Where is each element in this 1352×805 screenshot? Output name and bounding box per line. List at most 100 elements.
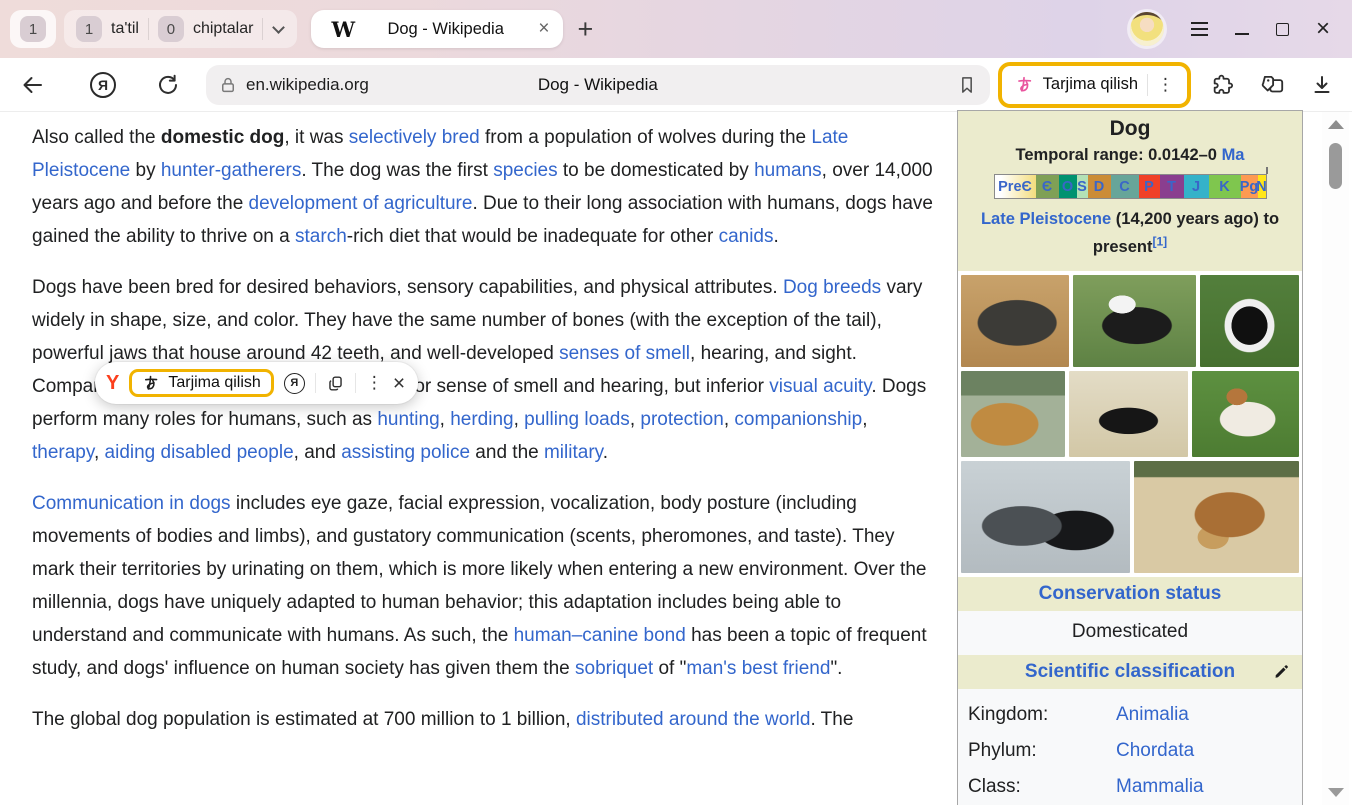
dog-photo[interactable] — [961, 461, 1130, 573]
text-link[interactable]: Ma — [1222, 146, 1245, 164]
text-link[interactable]: starch — [295, 226, 347, 247]
classification-header[interactable]: Scientific classification — [958, 655, 1302, 689]
new-tab-button[interactable]: + — [577, 14, 593, 45]
window-close-button[interactable]: × — [1316, 17, 1330, 41]
text-link[interactable]: canids — [719, 226, 774, 247]
text-run: The global dog population is estimated a… — [32, 709, 576, 730]
tab-title: Dog - Wikipedia — [365, 20, 526, 39]
text-link[interactable]: visual acuity — [769, 376, 871, 397]
tab-close-icon[interactable]: × — [536, 18, 551, 40]
text-link[interactable]: Dog breeds — [783, 277, 881, 298]
timescale-segment[interactable]: T — [1160, 175, 1184, 198]
collapsed-tab-group[interactable]: 1 — [10, 10, 56, 48]
url-domain[interactable]: en.wikipedia.org — [246, 75, 369, 95]
timescale-segment[interactable]: N — [1258, 175, 1266, 198]
page-scrollbar[interactable] — [1322, 112, 1349, 805]
back-button[interactable] — [20, 73, 44, 97]
timescale-segment[interactable]: Є — [1036, 175, 1059, 198]
timescale-segment[interactable]: J — [1184, 175, 1209, 198]
popup-close-icon[interactable]: × — [393, 373, 405, 394]
taxon-link[interactable]: Mammalia — [1116, 776, 1204, 798]
scrollbar-thumb[interactable] — [1329, 143, 1342, 189]
dog-photo[interactable] — [1200, 275, 1299, 367]
geological-timescale[interactable]: PreЄ Є O S D C P T — [994, 174, 1267, 199]
text-run: ". — [830, 658, 842, 679]
dog-photo[interactable] — [1134, 461, 1299, 573]
text-link[interactable]: Communication in dogs — [32, 493, 231, 514]
maximize-button[interactable] — [1276, 23, 1289, 36]
dog-photo[interactable] — [961, 371, 1065, 457]
rank-label: Kingdom: — [968, 704, 1116, 726]
text-link[interactable]: species — [493, 160, 557, 181]
text-link[interactable]: humans — [754, 160, 822, 181]
text-link[interactable]: aiding disabled people — [105, 442, 294, 463]
timescale-segment[interactable]: K — [1209, 175, 1241, 198]
downloads-button[interactable] — [1310, 73, 1334, 97]
timescale-segment[interactable]: C — [1111, 175, 1139, 198]
conservation-status-link[interactable]: Conservation status — [1039, 583, 1222, 604]
classification-link[interactable]: Scientific classification — [1025, 661, 1235, 682]
extensions-button[interactable] — [1211, 72, 1236, 97]
text-link[interactable]: human–canine bond — [514, 625, 686, 646]
dog-photo[interactable] — [961, 275, 1069, 367]
table-row: Class: Mammalia — [968, 769, 1292, 805]
text-link[interactable]: development of agriculture — [249, 193, 473, 214]
text-link[interactable]: distributed around the world — [576, 709, 810, 730]
timescale-segment[interactable]: P — [1139, 175, 1160, 198]
refresh-button[interactable] — [156, 73, 180, 97]
translate-options-kebab-icon[interactable]: ⋮ — [1157, 75, 1174, 95]
edit-pencil-icon[interactable] — [1273, 663, 1290, 680]
yandex-search-icon[interactable]: Я — [284, 373, 305, 394]
text-link[interactable]: herding — [450, 409, 513, 430]
chevron-down-icon[interactable] — [273, 21, 286, 34]
copy-icon — [326, 374, 345, 393]
tab-group-pill[interactable]: 1 ta'til 0 chiptalar — [64, 10, 297, 48]
timescale-segment[interactable]: D — [1088, 175, 1111, 198]
timescale-segment[interactable]: O — [1059, 175, 1077, 198]
timescale-segment[interactable]: S — [1077, 175, 1088, 198]
text-link[interactable]: hunter-gatherers — [161, 160, 301, 181]
popup-kebab-icon[interactable]: ⋮ — [366, 373, 383, 393]
text-link[interactable]: selectively bred — [349, 127, 480, 148]
dog-photo[interactable] — [1073, 275, 1196, 367]
tabs-panel-button[interactable] — [1260, 72, 1286, 98]
text-link[interactable]: Late Pleistocene — [981, 210, 1111, 228]
text-link[interactable]: hunting — [377, 409, 439, 430]
text-link[interactable]: assisting police — [341, 442, 470, 463]
text-run: , — [94, 442, 105, 463]
text-link[interactable]: man's best friend — [686, 658, 830, 679]
group-item-label[interactable]: ta'til — [111, 20, 139, 38]
conservation-status-header[interactable]: Conservation status — [958, 577, 1302, 611]
taxon-link[interactable]: Animalia — [1116, 704, 1189, 726]
text-run: , and — [294, 442, 342, 463]
dog-photo[interactable] — [1069, 371, 1187, 457]
text-link[interactable]: gray wolf — [773, 112, 849, 113]
scroll-up-arrow-icon[interactable] — [1328, 120, 1344, 129]
text-link[interactable]: senses of smell — [559, 343, 690, 364]
translate-button[interactable]: Tarjima qilish ⋮ — [1004, 68, 1185, 102]
yandex-logo[interactable]: Y — [106, 372, 119, 395]
scroll-down-arrow-icon[interactable] — [1328, 788, 1344, 797]
text-link[interactable]: pulling loads — [524, 409, 630, 430]
timescale-segment[interactable]: PreЄ — [995, 175, 1036, 198]
text-link[interactable]: protection — [640, 409, 723, 430]
address-bar[interactable]: en.wikipedia.org Dog - Wikipedia — [206, 65, 990, 105]
bookmark-button[interactable] — [957, 75, 977, 95]
text-run: (14,200 years ago) to present — [1093, 210, 1279, 256]
reference-link[interactable]: [1] — [1152, 235, 1167, 249]
minimize-button[interactable] — [1235, 33, 1249, 35]
taxon-link[interactable]: Chordata — [1116, 740, 1194, 762]
active-tab[interactable]: W Dog - Wikipedia × — [311, 10, 563, 48]
timescale-segment[interactable]: Pg — [1241, 175, 1258, 198]
dog-photo[interactable] — [1192, 371, 1299, 457]
copy-button[interactable] — [326, 374, 345, 393]
text-link[interactable]: sobriquet — [575, 658, 653, 679]
profile-avatar[interactable] — [1130, 12, 1164, 46]
popup-translate-highlight[interactable]: Tarjima qilish — [129, 369, 273, 397]
menu-icon[interactable] — [1191, 22, 1208, 36]
group-item-label[interactable]: chiptalar — [193, 20, 253, 38]
text-link[interactable]: military — [544, 442, 603, 463]
text-link[interactable]: therapy — [32, 442, 94, 463]
yandex-start-button[interactable]: Я — [90, 72, 116, 98]
text-link[interactable]: companionship — [734, 409, 862, 430]
